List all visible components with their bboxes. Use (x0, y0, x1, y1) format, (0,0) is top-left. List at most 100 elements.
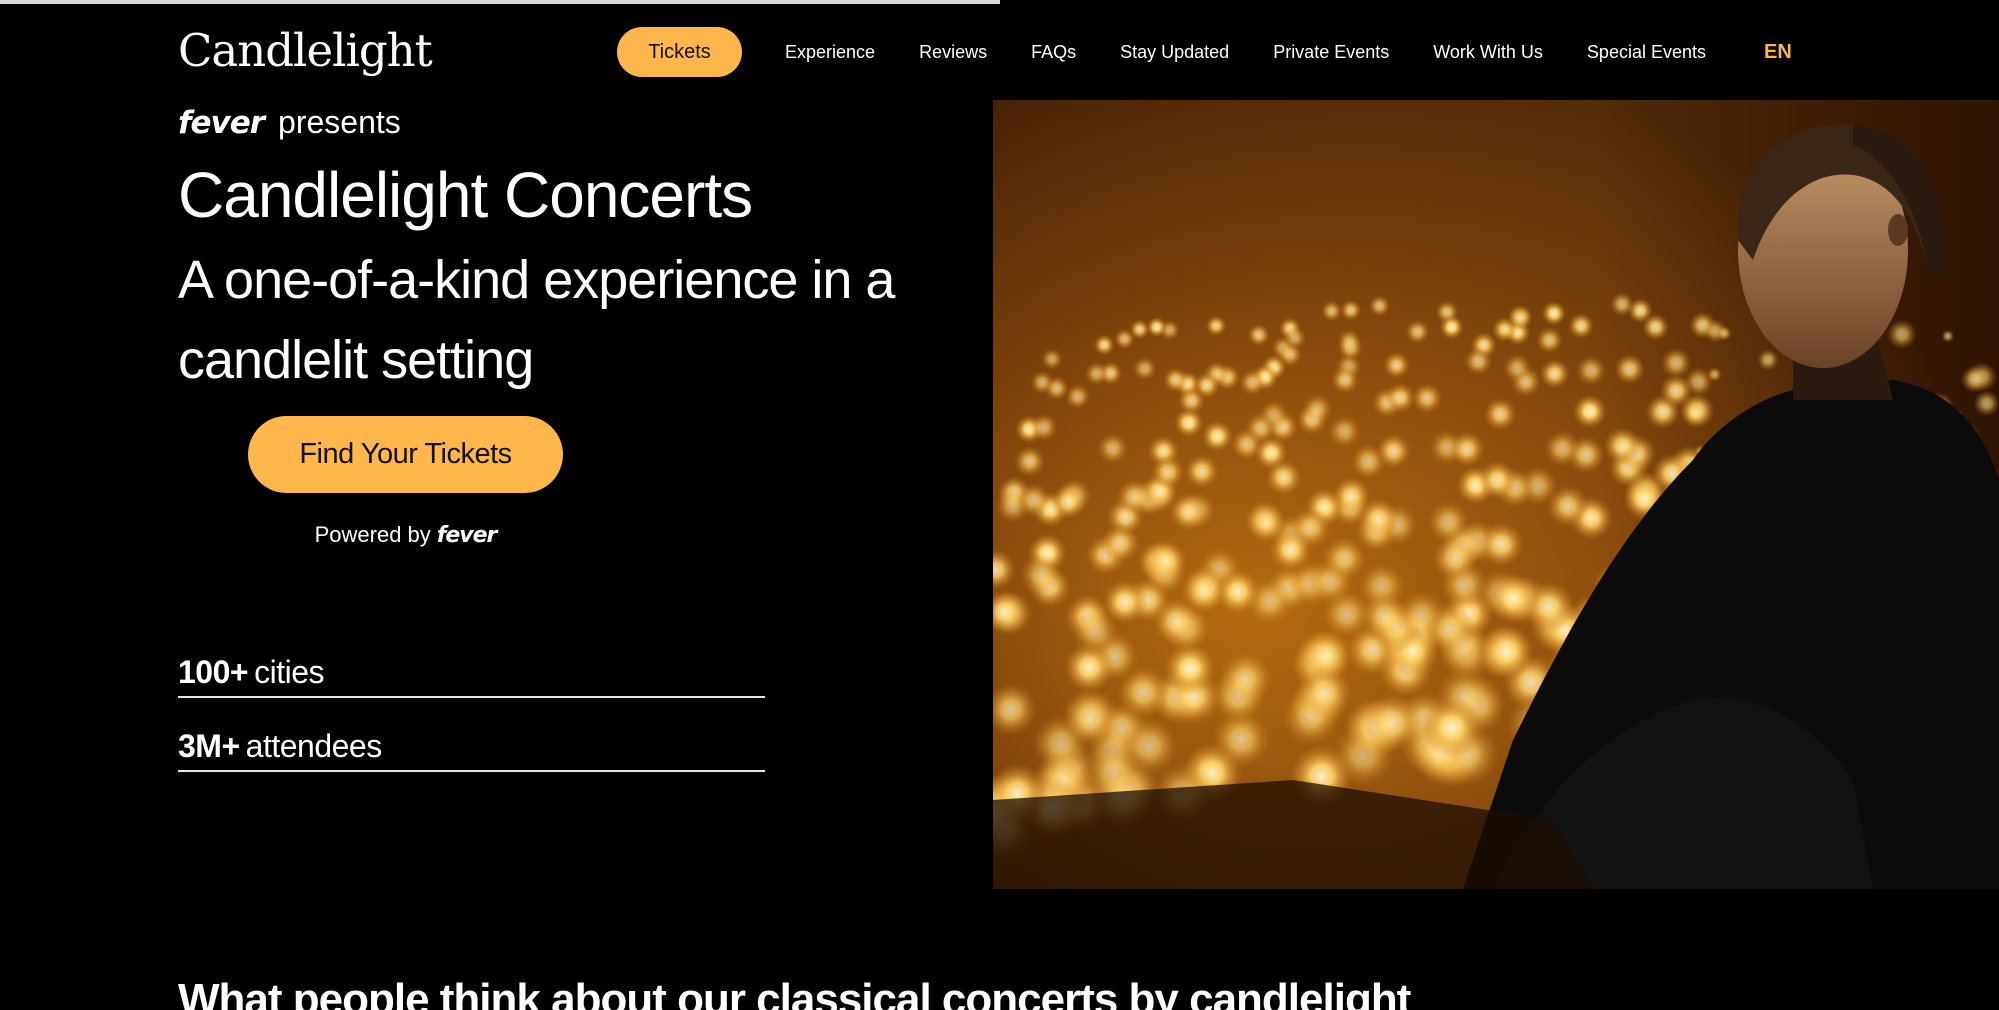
candle-glow (1116, 479, 1152, 515)
candle-glow (1169, 493, 1207, 531)
stat-cities-value: 100+ (178, 653, 249, 690)
candle-glow (1050, 484, 1086, 520)
presents-text: presents (278, 104, 401, 140)
candle-glow (1093, 334, 1115, 356)
candle-glow (1302, 393, 1333, 424)
photo-icon (993, 100, 1999, 889)
candle-glow (1368, 295, 1391, 317)
candle-glow (1132, 356, 1157, 381)
candle-glow (1020, 554, 1062, 596)
candle-glow (1163, 367, 1189, 393)
candle-glow (1757, 349, 1779, 371)
candle-glow (1014, 446, 1046, 477)
hero-title: Candlelight Concerts (178, 159, 753, 231)
hero-photo (993, 100, 1999, 889)
nav-reviews-link[interactable]: Reviews (919, 42, 987, 63)
find-tickets-button[interactable]: Find Your Tickets (248, 416, 563, 493)
fever-logo: fever (178, 105, 265, 141)
candle-glow (1385, 382, 1416, 413)
language-selector[interactable]: EN (1764, 41, 1792, 64)
nav-tickets-button[interactable]: Tickets (617, 27, 742, 77)
nav-work-with-us-link[interactable]: Work With Us (1433, 42, 1543, 63)
candle-glow (1129, 319, 1150, 340)
stat-attendees-label: attendees (245, 727, 383, 764)
candle-glow (1464, 347, 1493, 376)
candle-glow (1478, 522, 1524, 567)
candle-glow (1609, 292, 1635, 317)
candle-glow (1478, 460, 1517, 500)
candle-glow (1269, 528, 1312, 572)
candle-glow (1546, 485, 1589, 528)
candle-glow (1265, 459, 1302, 496)
candle-glow (1152, 597, 1200, 645)
candle-glow (1331, 366, 1359, 394)
candle-glow (1193, 372, 1220, 399)
candle-glow (1245, 412, 1277, 444)
candle-glow (1150, 455, 1185, 489)
candle-glow (1247, 323, 1270, 347)
nav-stay-updated-link[interactable]: Stay Updated (1120, 42, 1229, 63)
candle-glow (1116, 665, 1170, 720)
candle-glow (1062, 691, 1118, 748)
candle-glow (1029, 413, 1058, 442)
candle-glow (1283, 326, 1307, 350)
candle-glow (1065, 383, 1091, 410)
candle-glow (1603, 427, 1642, 465)
candle-glow (1449, 431, 1485, 468)
candle-glow (1439, 315, 1464, 340)
candle-glow (1164, 642, 1216, 695)
browser-top-strip (0, 0, 1000, 4)
stat-cities-label: cities (254, 653, 324, 690)
candle-glow (1421, 697, 1483, 759)
candle-glow (1488, 573, 1539, 624)
candle-glow (1041, 348, 1063, 370)
candle-glow (1072, 608, 1120, 656)
powered-by-fever: Powered by fever (248, 522, 563, 548)
stat-attendees-value: 3M+ (178, 727, 240, 764)
candle-glow (1642, 313, 1670, 341)
candle-glow (1350, 444, 1387, 480)
main-nav: Tickets Experience Reviews FAQs Stay Upd… (617, 27, 1792, 77)
candle-glow (1097, 433, 1129, 464)
candle-glow (1479, 624, 1534, 679)
fever-small-logo: fever (436, 523, 498, 548)
candle-glow (1887, 319, 1917, 350)
candle-glow (1328, 415, 1361, 448)
candle-glow (1706, 366, 1722, 382)
candle-glow (1536, 326, 1563, 354)
candle-glow (1568, 313, 1594, 339)
candle-glow (1683, 402, 1707, 425)
candle-glow (1541, 301, 1567, 326)
nav-special-events-link[interactable]: Special Events (1587, 42, 1706, 63)
candle-glow (1184, 454, 1219, 489)
candle-glow (1492, 316, 1518, 343)
nav-private-events-link[interactable]: Private Events (1273, 42, 1389, 63)
reviews-section-heading: What people think about our classical co… (178, 975, 1411, 1010)
powered-by-text: Powered by (314, 522, 431, 547)
candle-glow (1201, 420, 1233, 452)
candle-glow (1359, 591, 1410, 641)
candle-glow (1145, 539, 1188, 582)
candle-glow (1411, 383, 1443, 414)
candle-glow (1322, 536, 1367, 581)
candle-glow (1941, 329, 1955, 343)
candle-glow (1321, 300, 1342, 322)
candle-glow (1337, 329, 1362, 353)
stat-cities: 100+ cities (178, 648, 765, 698)
candle-glow (1016, 483, 1052, 518)
candle-glow (1358, 498, 1399, 539)
candle-glow (1575, 355, 1607, 386)
candle-glow (1301, 628, 1354, 682)
candle-glow (1483, 397, 1517, 431)
candle-glow (1432, 536, 1478, 582)
nav-faqs-link[interactable]: FAQs (1031, 42, 1076, 63)
stat-attendees: 3M+ attendees (178, 722, 765, 772)
candle-glow (1614, 353, 1645, 385)
candle-glow (1973, 390, 1999, 417)
candle-glow (1383, 351, 1410, 379)
candle-glow (1539, 358, 1570, 389)
candlelight-logo[interactable]: Candlelight (178, 24, 433, 78)
candle-glow (1239, 369, 1266, 396)
candle-glow (1960, 365, 1988, 393)
nav-experience-link[interactable]: Experience (785, 42, 875, 63)
